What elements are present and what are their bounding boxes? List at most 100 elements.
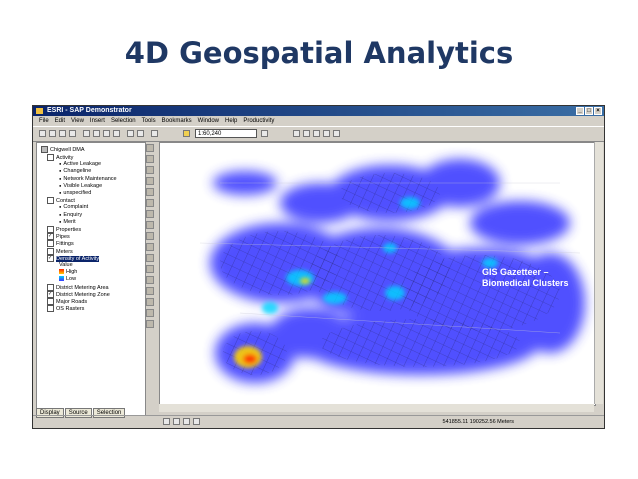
toc-item-label: Visible Leakage <box>63 182 103 189</box>
toc-item[interactable]: ✓ District Metering Zone <box>47 290 110 298</box>
horizontal-scrollbar[interactable] <box>159 404 594 412</box>
command-line-icon[interactable] <box>323 130 330 137</box>
menu-tools[interactable]: Tools <box>142 116 156 126</box>
layer-visibility-checkbox[interactable]: ✓ <box>47 254 54 262</box>
toc-item[interactable]: Activity <box>47 154 73 161</box>
toc-item-label: Fittings <box>56 241 74 248</box>
layer-visibility-checkbox[interactable] <box>47 226 54 233</box>
catalog-icon[interactable] <box>303 130 310 137</box>
toc-item[interactable]: District Metering Area <box>47 283 109 291</box>
forward-icon[interactable] <box>146 221 154 229</box>
toc-item[interactable]: Value <box>59 262 73 268</box>
copy-icon[interactable] <box>93 130 100 137</box>
menu-window[interactable]: Window <box>198 116 219 126</box>
toc-item[interactable]: ● Enquiry <box>59 212 82 218</box>
select-elements-icon[interactable] <box>146 243 154 251</box>
map-caption-line1: GIS Gazetteer – <box>482 267 549 277</box>
minimize-button[interactable]: _ <box>576 107 584 115</box>
map-layers-icon <box>41 146 48 153</box>
layer-visibility-checkbox[interactable]: ✓ <box>47 233 54 241</box>
refresh-icon[interactable] <box>183 418 190 425</box>
toc-item[interactable]: ● Merit <box>59 219 76 225</box>
editor-icon[interactable] <box>293 130 300 137</box>
zoom-in-icon[interactable] <box>146 144 154 152</box>
find-icon[interactable] <box>146 265 154 273</box>
layer-visibility-checkbox[interactable] <box>47 283 54 291</box>
layer-visibility-checkbox[interactable] <box>47 305 54 313</box>
toc-item[interactable]: ● Changeline <box>59 168 91 174</box>
menu-bookmarks[interactable]: Bookmarks <box>162 116 192 126</box>
cut-icon[interactable] <box>83 130 90 137</box>
delete-icon[interactable] <box>113 130 120 137</box>
symbol-icon: ● <box>59 182 62 188</box>
toc-item[interactable]: ● Active Leakage <box>59 161 101 167</box>
table-of-contents: Chigwell DMA Activity ● Active Leakage ● Cha… <box>36 142 146 416</box>
toolbox-icon[interactable] <box>313 130 320 137</box>
toc-item-label: Low <box>66 276 77 283</box>
data-view-icon[interactable] <box>173 418 180 425</box>
menu-productivity[interactable]: Productivity <box>243 116 274 126</box>
layer-visibility-checkbox[interactable] <box>47 298 54 305</box>
print-icon[interactable] <box>69 130 76 137</box>
toc-root[interactable]: Chigwell DMA <box>41 146 85 153</box>
toc-item-label: District Metering Area <box>56 284 109 291</box>
layer-visibility-checkbox[interactable] <box>47 247 54 255</box>
menu-insert[interactable]: Insert <box>90 116 105 126</box>
save-icon[interactable] <box>59 130 66 137</box>
pan-icon[interactable] <box>146 188 154 196</box>
menu-selection[interactable]: Selection <box>111 116 136 126</box>
toc-item[interactable]: Major Roads <box>47 298 87 305</box>
menu-file[interactable]: File <box>39 116 49 126</box>
paste-icon[interactable] <box>103 130 110 137</box>
toc-item[interactable]: ● unspecified <box>59 190 91 196</box>
close-button[interactable]: × <box>594 107 602 115</box>
menu-edit[interactable]: Edit <box>55 116 65 126</box>
toc-item[interactable]: ● Complaint <box>59 204 88 210</box>
layer-visibility-checkbox[interactable]: ✓ <box>47 290 54 298</box>
hyperlink-icon[interactable] <box>146 287 154 295</box>
layer-visibility-checkbox[interactable] <box>47 154 54 161</box>
maximize-button[interactable]: □ <box>585 107 593 115</box>
graphics-icon[interactable] <box>146 320 154 328</box>
undo-icon[interactable] <box>127 130 134 137</box>
fixed-zoom-out-icon[interactable] <box>146 177 154 185</box>
toc-item[interactable]: Contact <box>47 197 75 205</box>
map-tips-icon[interactable] <box>146 298 154 306</box>
menu-view[interactable]: View <box>71 116 84 126</box>
zoom-out-icon[interactable] <box>146 155 154 163</box>
identify-icon[interactable] <box>146 254 154 262</box>
toc-item[interactable]: Fittings <box>47 240 74 248</box>
full-extent-icon[interactable] <box>146 199 154 207</box>
scale-input[interactable]: 1:60,240 <box>195 129 257 138</box>
add-data-icon[interactable] <box>151 130 158 137</box>
toc-item[interactable]: Properties <box>47 226 81 233</box>
measure-icon[interactable] <box>146 276 154 284</box>
fixed-zoom-in-icon[interactable] <box>146 166 154 174</box>
scale-dropdown-icon[interactable] <box>261 130 268 137</box>
toc-item[interactable]: High <box>59 269 77 275</box>
help-icon[interactable] <box>333 130 340 137</box>
toc-item[interactable]: ● Visible Leakage <box>59 183 102 189</box>
toolbar: 1:60,240 <box>33 126 604 142</box>
open-icon[interactable] <box>49 130 56 137</box>
pause-drawing-icon[interactable] <box>193 418 200 425</box>
new-icon[interactable] <box>39 130 46 137</box>
menu-help[interactable]: Help <box>225 116 237 126</box>
toc-item[interactable]: Meters <box>47 247 73 255</box>
toc-item[interactable]: ✓ Density of Activity <box>47 254 100 262</box>
vertical-scrollbar[interactable] <box>594 142 603 404</box>
toc-item-label: Properties <box>56 226 82 233</box>
time-slider-icon[interactable] <box>146 309 154 317</box>
map-canvas[interactable]: GIS Gazetteer – Biomedical Clusters <box>159 142 596 406</box>
layer-visibility-checkbox[interactable] <box>47 197 54 205</box>
redo-icon[interactable] <box>137 130 144 137</box>
toc-item[interactable]: ✓ Pipes <box>47 233 70 241</box>
layout-view-icon[interactable] <box>163 418 170 425</box>
toc-item[interactable]: Low <box>59 276 76 282</box>
back-icon[interactable] <box>146 210 154 218</box>
add-layer-icon[interactable] <box>183 130 190 137</box>
layer-visibility-checkbox[interactable] <box>47 240 54 248</box>
toc-item[interactable]: OS Rasters <box>47 305 84 313</box>
toc-item[interactable]: ● Network Maintenance <box>59 176 117 182</box>
select-features-icon[interactable] <box>146 232 154 240</box>
